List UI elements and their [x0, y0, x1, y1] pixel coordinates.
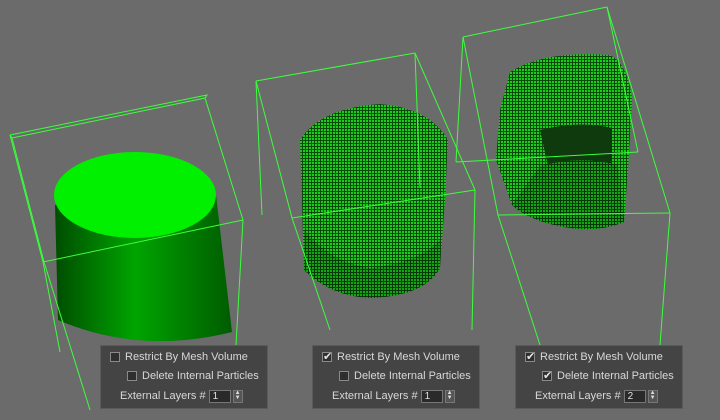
particle-settings-panel-3: ✔ Restrict By Mesh Volume ✔ Delete Inter… [515, 345, 683, 409]
particle-cylinder[interactable] [300, 104, 448, 298]
restrict-by-mesh-volume-label: Restrict By Mesh Volume [125, 351, 248, 363]
external-layers-label: External Layers # [120, 390, 206, 402]
external-layers-row: External Layers # 1 ▲ ▼ [120, 389, 243, 403]
external-layers-input[interactable]: 1 [208, 389, 231, 403]
external-layers-input[interactable]: 1 [420, 389, 443, 403]
restrict-by-mesh-volume-label: Restrict By Mesh Volume [540, 351, 663, 363]
external-layers-spinner[interactable]: ▲ ▼ [444, 389, 455, 403]
restrict-by-mesh-volume-label: Restrict By Mesh Volume [337, 351, 460, 363]
restrict-by-mesh-volume-row[interactable]: ✔ Restrict By Mesh Volume [322, 350, 460, 364]
external-layers-label: External Layers # [535, 390, 621, 402]
external-layers-row: External Layers # 2 ▲ ▼ [535, 389, 658, 403]
delete-internal-particles-checkbox[interactable] [339, 371, 349, 381]
delete-internal-particles-row[interactable]: Delete Internal Particles [127, 369, 259, 383]
spinner-down-icon[interactable]: ▼ [234, 395, 242, 402]
delete-internal-particles-row[interactable]: ✔ Delete Internal Particles [542, 369, 674, 383]
spinner-down-icon[interactable]: ▼ [446, 395, 454, 402]
external-layers-row: External Layers # 1 ▲ ▼ [332, 389, 455, 403]
delete-internal-particles-checkbox[interactable] [127, 371, 137, 381]
delete-internal-particles-label: Delete Internal Particles [557, 370, 674, 382]
particle-settings-panel-1: Restrict By Mesh Volume Delete Internal … [100, 345, 268, 409]
delete-internal-particles-label: Delete Internal Particles [354, 370, 471, 382]
external-layers-input[interactable]: 2 [623, 389, 646, 403]
spinner-down-icon[interactable]: ▼ [649, 395, 657, 402]
restrict-by-mesh-volume-checkbox[interactable]: ✔ [322, 352, 332, 363]
particle-chair[interactable] [496, 54, 632, 230]
external-layers-spinner[interactable]: ▲ ▼ [647, 389, 658, 403]
delete-internal-particles-checkbox[interactable]: ✔ [542, 371, 552, 382]
restrict-by-mesh-volume-row[interactable]: ✔ Restrict By Mesh Volume [525, 350, 663, 364]
restrict-by-mesh-volume-checkbox[interactable] [110, 352, 120, 362]
particle-settings-panel-2: ✔ Restrict By Mesh Volume Delete Interna… [312, 345, 480, 409]
delete-internal-particles-label: Delete Internal Particles [142, 370, 259, 382]
external-layers-spinner[interactable]: ▲ ▼ [232, 389, 243, 403]
delete-internal-particles-row[interactable]: Delete Internal Particles [339, 369, 471, 383]
external-layers-label: External Layers # [332, 390, 418, 402]
restrict-by-mesh-volume-row[interactable]: Restrict By Mesh Volume [110, 350, 248, 364]
restrict-by-mesh-volume-checkbox[interactable]: ✔ [525, 352, 535, 363]
solid-cylinder[interactable] [54, 152, 232, 342]
